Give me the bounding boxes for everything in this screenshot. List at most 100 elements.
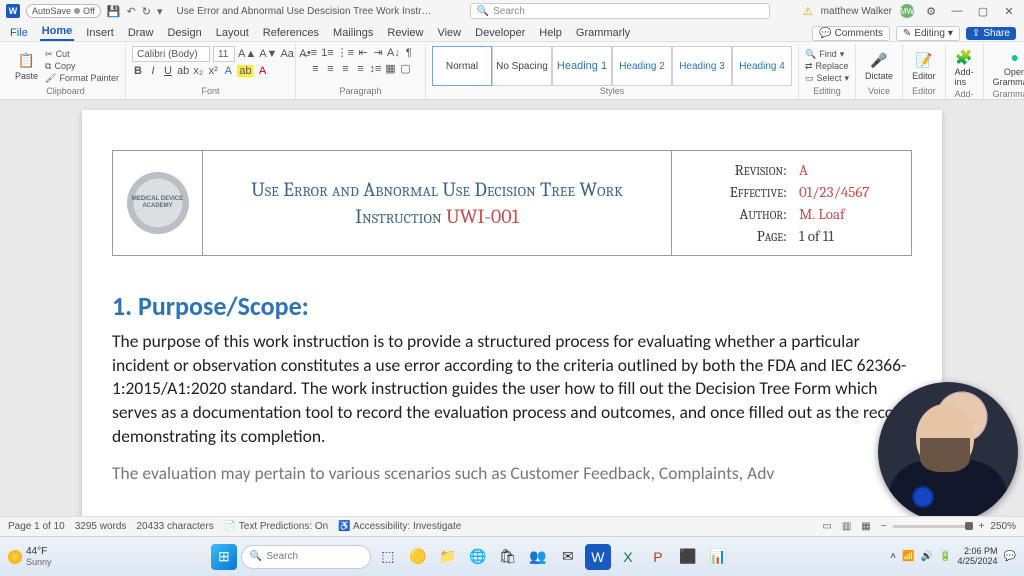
strikethrough-icon[interactable]: ab xyxy=(177,65,189,77)
decrease-indent-icon[interactable]: ⇤ xyxy=(357,46,369,59)
redo-icon[interactable]: ↻ xyxy=(142,5,151,18)
format-painter-button[interactable]: 🖌 Format Painter xyxy=(45,73,119,84)
task-view-icon[interactable]: ⬚ xyxy=(375,544,401,570)
word-icon-tb[interactable]: W xyxy=(585,544,611,570)
style-heading3[interactable]: Heading 3 xyxy=(672,46,732,86)
document-canvas[interactable]: MEDICAL DEVICE ACADEMY Use Error and Abn… xyxy=(0,100,1024,516)
increase-indent-icon[interactable]: ⇥ xyxy=(372,46,384,59)
superscript-icon[interactable]: x² xyxy=(207,65,219,77)
qat-dropdown-icon[interactable]: ▾ xyxy=(157,5,163,18)
highlight-icon[interactable]: ab xyxy=(237,65,253,77)
cut-button[interactable]: ✂ Cut xyxy=(45,49,119,60)
status-page[interactable]: Page 1 of 10 xyxy=(8,521,65,532)
tray-volume-icon[interactable]: 🔊 xyxy=(921,551,933,562)
warning-icon[interactable]: ⚠ xyxy=(803,5,813,18)
tab-developer[interactable]: Developer xyxy=(473,25,527,41)
tab-layout[interactable]: Layout xyxy=(214,25,251,41)
copilot-icon[interactable]: 🟡 xyxy=(405,544,431,570)
start-button[interactable]: ⊞ xyxy=(211,544,237,570)
comments-button[interactable]: 💬 Comments xyxy=(812,26,890,41)
tray-chevron-icon[interactable]: ˄ xyxy=(890,551,896,562)
autosave-toggle[interactable]: AutoSave Off xyxy=(26,4,101,18)
view-read-icon[interactable]: ▭ xyxy=(822,521,831,532)
save-icon[interactable]: 💾 xyxy=(107,5,121,18)
tab-home[interactable]: Home xyxy=(40,23,75,41)
zoom-control[interactable]: − + 250% xyxy=(881,521,1016,532)
editor-button[interactable]: 📝Editor xyxy=(909,50,939,83)
app-icon-1[interactable]: ⬛ xyxy=(675,544,701,570)
explorer-icon[interactable]: 📁 xyxy=(435,544,461,570)
zoom-in-icon[interactable]: + xyxy=(979,521,985,532)
grammarly-button[interactable]: ●Open Grammarly xyxy=(990,46,1024,89)
search-box[interactable]: 🔍 Search xyxy=(470,3,770,19)
tab-references[interactable]: References xyxy=(261,25,321,41)
show-marks-icon[interactable]: ¶ xyxy=(403,47,415,59)
editing-mode-button[interactable]: ✎ Editing ▾ xyxy=(896,26,960,41)
tab-design[interactable]: Design xyxy=(165,25,203,41)
borders-icon[interactable]: ▢ xyxy=(399,62,411,75)
tab-view[interactable]: View xyxy=(435,25,463,41)
replace-button[interactable]: ⇄ Replace xyxy=(805,61,849,72)
align-left-icon[interactable]: ≡ xyxy=(309,63,321,75)
tab-help[interactable]: Help xyxy=(537,25,564,41)
align-right-icon[interactable]: ≡ xyxy=(339,63,351,75)
shading-icon[interactable]: ▦ xyxy=(384,62,396,75)
style-heading2[interactable]: Heading 2 xyxy=(612,46,672,86)
font-size-select[interactable]: 11 xyxy=(213,46,235,62)
tab-review[interactable]: Review xyxy=(385,25,425,41)
find-button[interactable]: 🔍 Find ▾ xyxy=(805,49,849,60)
style-heading4[interactable]: Heading 4 xyxy=(732,46,792,86)
tab-mailings[interactable]: Mailings xyxy=(331,25,375,41)
tab-file[interactable]: File xyxy=(8,25,30,41)
taskbar-search[interactable]: 🔍 Search xyxy=(241,545,371,569)
italic-icon[interactable]: I xyxy=(147,65,159,77)
teams-icon[interactable]: 👥 xyxy=(525,544,551,570)
zoom-value[interactable]: 250% xyxy=(990,521,1016,532)
minimize-button[interactable]: — xyxy=(948,5,966,17)
numbering-icon[interactable]: 1≡ xyxy=(321,47,334,59)
edge-icon[interactable]: 🌐 xyxy=(465,544,491,570)
app-icon-2[interactable]: 📊 xyxy=(705,544,731,570)
status-words[interactable]: 3295 words xyxy=(75,521,127,532)
status-accessibility[interactable]: ♿ Accessibility: Investigate xyxy=(338,521,461,532)
sort-icon[interactable]: A↓ xyxy=(387,47,400,59)
line-spacing-icon[interactable]: ↕≡ xyxy=(369,63,381,75)
document-title[interactable]: Use Error and Abnormal Use Descision Tre… xyxy=(177,6,437,17)
font-color-icon[interactable]: A xyxy=(256,65,268,77)
status-predictions[interactable]: 📄 Text Predictions: On xyxy=(224,521,329,532)
ppt-icon[interactable]: P xyxy=(645,544,671,570)
align-center-icon[interactable]: ≡ xyxy=(324,63,336,75)
underline-icon[interactable]: U xyxy=(162,65,174,77)
subscript-icon[interactable]: x₂ xyxy=(192,65,204,77)
addins-button[interactable]: 🧩Add-ins xyxy=(952,46,977,89)
style-heading1[interactable]: Heading 1 xyxy=(552,46,612,86)
undo-icon[interactable]: ↶ xyxy=(127,5,136,18)
select-button[interactable]: ▭ Select ▾ xyxy=(805,73,849,84)
view-web-icon[interactable]: ▦ xyxy=(861,521,870,532)
view-print-icon[interactable]: ▥ xyxy=(842,521,851,532)
font-name-select[interactable]: Calibri (Body) xyxy=(132,46,210,62)
bold-icon[interactable]: B xyxy=(132,65,144,77)
outlook-icon[interactable]: ✉ xyxy=(555,544,581,570)
bullets-icon[interactable]: •≡ xyxy=(306,47,318,59)
notifications-icon[interactable]: 💬 xyxy=(1004,551,1016,562)
paste-button[interactable]: 📋Paste xyxy=(12,50,41,83)
tray-wifi-icon[interactable]: 📶 xyxy=(902,551,914,562)
tab-draw[interactable]: Draw xyxy=(126,25,156,41)
status-chars[interactable]: 20433 characters xyxy=(136,521,213,532)
maximize-button[interactable]: ▢ xyxy=(974,5,992,18)
zoom-out-icon[interactable]: − xyxy=(881,521,887,532)
text-effects-icon[interactable]: A xyxy=(222,65,234,77)
user-name[interactable]: matthew Walker xyxy=(821,6,892,17)
justify-icon[interactable]: ≡ xyxy=(354,63,366,75)
style-normal[interactable]: Normal xyxy=(432,46,492,86)
change-case-icon[interactable]: Aa xyxy=(280,48,293,60)
tab-insert[interactable]: Insert xyxy=(84,25,116,41)
close-button[interactable]: ✕ xyxy=(1000,5,1018,18)
multilevel-icon[interactable]: ⋮≡ xyxy=(337,46,354,59)
dictate-button[interactable]: 🎤Dictate xyxy=(862,50,896,83)
increase-font-icon[interactable]: A▲ xyxy=(238,48,256,60)
share-button[interactable]: ⇪ Share xyxy=(966,27,1016,40)
taskbar-weather[interactable]: 44°F Sunny xyxy=(8,546,52,567)
decrease-font-icon[interactable]: A▼ xyxy=(259,48,277,60)
